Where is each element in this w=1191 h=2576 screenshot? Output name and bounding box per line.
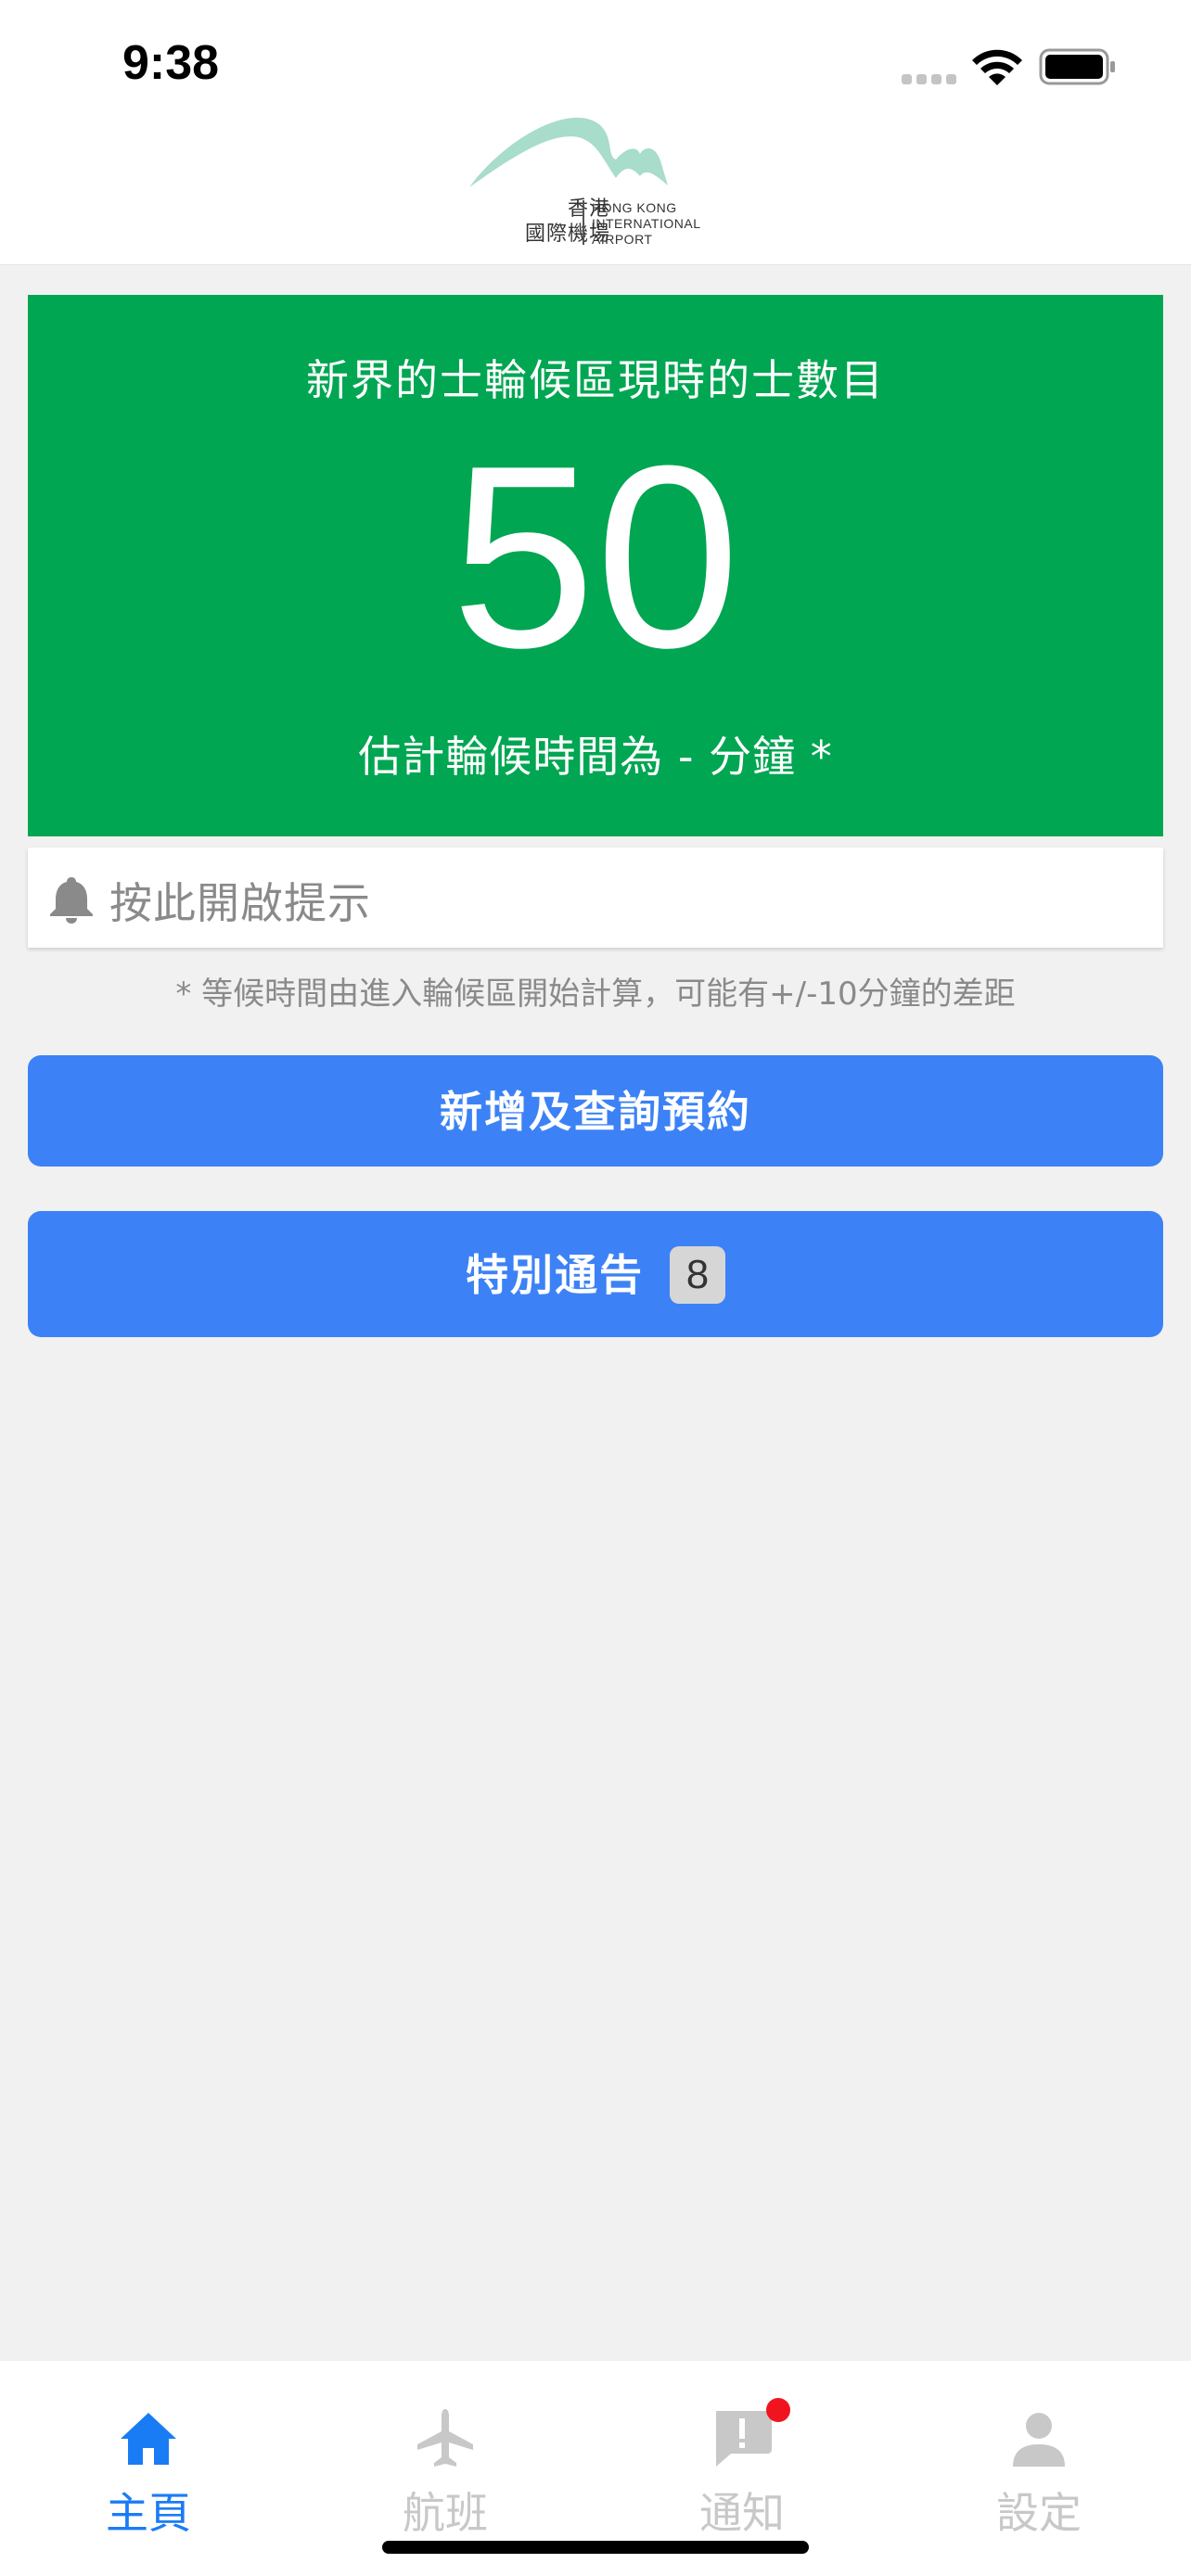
enable-alert-label: 按此開啟提示 bbox=[109, 878, 371, 928]
taxi-count-card: 新界的士輪候區現時的士數目 50 估計輪候時間為 - 分鐘 * bbox=[28, 295, 1163, 836]
tab-notifications-label: 通知 bbox=[699, 2488, 785, 2538]
home-icon bbox=[121, 2413, 176, 2465]
special-notice-label: 特別通告 bbox=[466, 1251, 644, 1299]
tab-home-label: 主頁 bbox=[106, 2488, 191, 2538]
person-icon bbox=[1013, 2413, 1065, 2467]
tab-home[interactable]: 主頁 bbox=[56, 2407, 241, 2546]
notification-dot bbox=[766, 2398, 790, 2422]
estimated-wait-time: 估計輪候時間為 - 分鐘 * bbox=[358, 732, 833, 782]
booking-button[interactable]: 新增及查詢預約 bbox=[28, 1055, 1163, 1167]
tab-flights[interactable]: 航班 bbox=[352, 2407, 538, 2546]
wait-time-note: * 等候時間由進入輪候區開始計算，可能有+/-10分鐘的差距 bbox=[175, 976, 1016, 1013]
tab-notifications[interactable]: 通知 bbox=[649, 2398, 835, 2546]
airplane-icon bbox=[417, 2409, 473, 2467]
battery-icon bbox=[1039, 48, 1115, 85]
logo-mark-icon bbox=[469, 117, 668, 187]
app-header: 香港 國際機場 HONG KONG INTERNATIONAL AIRPORT bbox=[0, 111, 1191, 265]
taxi-count-value: 50 bbox=[451, 413, 740, 702]
cellular-signal-icon bbox=[902, 74, 957, 85]
tab-settings[interactable]: 設定 bbox=[946, 2407, 1132, 2546]
enable-alert-row[interactable]: 按此開啟提示 bbox=[28, 848, 1163, 948]
notification-icon bbox=[716, 2411, 772, 2467]
status-bar: 9:38 bbox=[0, 0, 1191, 111]
logo-english-text: HONG KONG INTERNATIONAL AIRPORT bbox=[592, 200, 701, 247]
card-title: 新界的士輪候區現時的士數目 bbox=[306, 355, 885, 405]
special-notice-button[interactable]: 特別通告 8 bbox=[28, 1211, 1163, 1337]
logo-divider bbox=[583, 200, 584, 245]
tab-settings-label: 設定 bbox=[996, 2488, 1082, 2538]
home-indicator bbox=[382, 2541, 809, 2554]
wifi-icon bbox=[972, 49, 1022, 85]
hkia-logo: 香港 國際機場 HONG KONG INTERNATIONAL AIRPORT bbox=[467, 111, 736, 250]
tab-flights-label: 航班 bbox=[403, 2488, 488, 2538]
notice-count-badge: 8 bbox=[670, 1245, 725, 1304]
status-time: 9:38 bbox=[122, 36, 220, 90]
bell-icon bbox=[50, 877, 93, 924]
